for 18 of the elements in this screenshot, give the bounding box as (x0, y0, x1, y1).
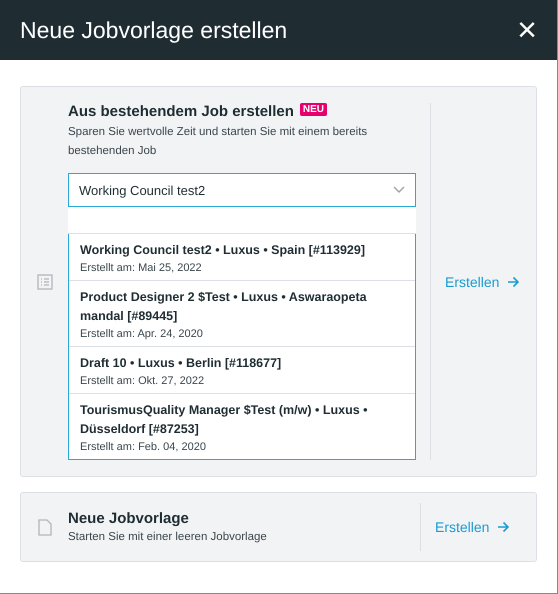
dropdown-option[interactable]: Draft 10 • Luxus • Berlin [#118677] Erstellt am: Okt. 27, 2022 (69, 347, 415, 394)
document-icon (38, 518, 52, 536)
dropdown-option[interactable]: Product Designer 2 $Test • Luxus • Aswaraopeta mandal [#89445] Erstellt am: Apr. 24, 2020 (69, 281, 415, 347)
arrow-right-icon (497, 521, 510, 533)
card-description: Sparen Sie wertvolle Zeit und starten Sie mit einem bereits bestehenden Job (68, 125, 368, 159)
card-description: Starten Sie mit einer leeren Jobvorlage (68, 530, 268, 545)
job-select[interactable]: Working Council test2 (68, 173, 416, 207)
list-icon (37, 274, 53, 290)
chevron-icon (393, 186, 405, 194)
close-button[interactable]: × (517, 13, 537, 47)
dropdown-option[interactable]: Working Council test2 • Luxus • Spain [#113929] Erstellt am: Mai 25, 2022 (69, 234, 415, 281)
arrow-right-icon (507, 276, 520, 288)
search-field[interactable] (68, 207, 416, 234)
card-title: Neue Jobvorlage (68, 510, 189, 527)
dropdown-option[interactable]: TourismusQuality Manager $Test (m/w) • Luxus • Düsseldorf [#87253] Erstellt am: Feb. 04, 2020 (69, 394, 415, 459)
card-title: Aus bestehendem Job erstellen (68, 103, 294, 120)
dialog-title: Neue Jobvorlage erstellen (20, 16, 288, 44)
new-badge: NEU (300, 103, 328, 116)
